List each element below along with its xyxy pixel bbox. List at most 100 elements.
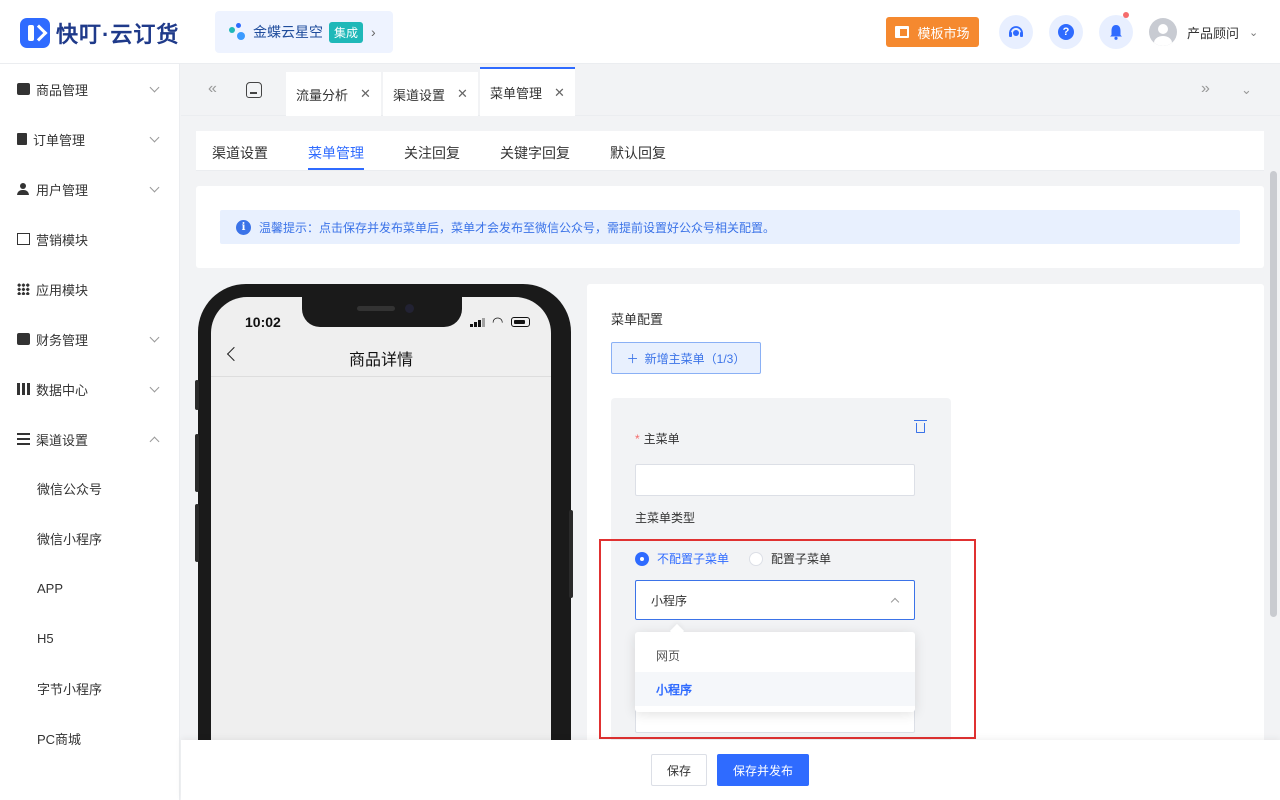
subtab-menu-management[interactable]: 菜单管理 (308, 143, 364, 163)
save-and-publish-button[interactable]: 保存并发布 (717, 754, 809, 786)
divider (211, 376, 551, 377)
user-menu[interactable]: 产品顾问 ⌄ (1149, 18, 1258, 46)
submenu-radio-group: 不配置子菜单 配置子菜单 (635, 550, 831, 567)
tip-banner: i 温馨提示：点击保存并发布菜单后，菜单才会发布至微信公众号，需提前设置好公众号… (220, 210, 1240, 244)
subtab-default-reply[interactable]: 默认回复 (610, 143, 666, 163)
info-icon: i (236, 219, 251, 235)
chevron-down-icon[interactable]: ⌄ (1241, 82, 1252, 98)
subtab-channel-settings[interactable]: 渠道设置 (212, 143, 268, 163)
sidebar-item-products[interactable]: 商品管理 (0, 64, 179, 114)
help-button[interactable]: ? (1049, 15, 1083, 49)
dropdown-option-miniprogram[interactable]: 小程序 (635, 672, 915, 706)
bag-icon (17, 83, 30, 95)
headset-icon (1009, 26, 1023, 37)
add-main-menu-button[interactable]: ＋ 新增主菜单（1/3） (611, 342, 761, 374)
main-menu-name-input[interactable] (635, 464, 915, 496)
product-dots-icon (229, 23, 247, 41)
select-dropdown: 网页 小程序 (635, 632, 915, 712)
phone-preview: 10:02 ◠ 商品详情 (195, 284, 573, 800)
sidebar-subitem[interactable]: PC商城 (0, 713, 179, 763)
tab-traffic-analysis[interactable]: 流量分析 ✕ (286, 72, 381, 116)
tab-menu-management[interactable]: 菜单管理 ✕ (480, 67, 575, 116)
app-logo[interactable]: 快叮·云订货 (20, 17, 179, 49)
sidebar-subitem[interactable]: 字节小程序 (0, 663, 179, 713)
menu-type-select[interactable]: 小程序 (635, 580, 915, 620)
radio-unchecked-icon (749, 551, 764, 566)
sidebar-item-apps[interactable]: 应用模块 (0, 264, 179, 314)
trash-icon[interactable] (914, 420, 927, 433)
template-icon (895, 26, 910, 38)
customer-service-button[interactable] (999, 15, 1033, 49)
sidebar-item-channel-settings[interactable]: 渠道设置 (0, 414, 179, 464)
close-icon[interactable]: ✕ (457, 86, 468, 102)
double-chevron-right-icon[interactable]: » (1201, 80, 1210, 98)
phone-screen: 10:02 ◠ 商品详情 (211, 297, 551, 800)
sidebar-subitem[interactable]: H5 (0, 613, 179, 663)
chevron-down-icon (149, 82, 160, 93)
sidebar-item-label: 渠道设置 (36, 432, 89, 448)
radio-checked-icon (635, 551, 649, 566)
battery-icon (511, 317, 530, 327)
chevron-down-icon (149, 132, 160, 143)
template-market-button[interactable]: 模板市场 (886, 17, 979, 47)
radio-with-submenu[interactable]: 配置子菜单 (749, 550, 831, 567)
sidebar-subitem[interactable]: 微信小程序 (0, 513, 179, 563)
unread-dot (1123, 12, 1129, 18)
page-tab-strip: « 流量分析 ✕ 渠道设置 ✕ 菜单管理 ✕ » ⌄ (181, 65, 1280, 116)
wallet-icon (17, 333, 30, 345)
user-icon (17, 183, 30, 195)
main-menu-label: * 主菜单 (635, 432, 680, 446)
template-market-label: 模板市场 (917, 25, 970, 41)
trend-icon (17, 233, 30, 245)
vertical-scrollbar[interactable] (1270, 171, 1277, 617)
notifications-button[interactable] (1099, 12, 1133, 49)
list-icon (17, 433, 30, 445)
subtab-follow-reply[interactable]: 关注回复 (404, 143, 460, 163)
radio-no-submenu[interactable]: 不配置子菜单 (635, 550, 729, 567)
double-chevron-left-icon[interactable]: « (208, 80, 217, 98)
phone-button (195, 434, 199, 492)
action-footer: 保存 保存并发布 (181, 740, 1280, 800)
home-icon[interactable] (246, 82, 262, 98)
avatar (1149, 18, 1177, 46)
phone-button (195, 380, 199, 410)
sidebar-item-orders[interactable]: 订单管理 (0, 114, 179, 164)
sidebar-item-label: 财务管理 (36, 332, 89, 348)
chevron-right-icon: › (371, 24, 376, 40)
sidebar-item-data-center[interactable]: 数据中心 (0, 364, 179, 414)
sidebar-item-label: 数据中心 (36, 382, 89, 398)
tip-text: 温馨提示：点击保存并发布菜单后，菜单才会发布至微信公众号，需提前设置好公众号相关… (259, 220, 776, 235)
save-button[interactable]: 保存 (651, 754, 707, 786)
chevron-down-icon (149, 332, 160, 343)
bar-chart-icon (17, 383, 30, 395)
sidebar-item-label: 订单管理 (33, 132, 86, 148)
product-switcher[interactable]: 金蝶云星空 集成 › (215, 11, 393, 53)
phone-button (569, 510, 573, 598)
chevron-up-icon (890, 597, 900, 607)
chevron-down-icon (149, 382, 160, 393)
sidebar-subitem[interactable]: APP (0, 563, 179, 613)
tab-channel-settings[interactable]: 渠道设置 ✕ (383, 72, 478, 116)
bell-icon (1110, 25, 1122, 40)
sidebar-item-finance[interactable]: 财务管理 (0, 314, 179, 364)
sidebar-item-marketing[interactable]: 营销模块 (0, 214, 179, 264)
sidebar-item-users[interactable]: 用户管理 (0, 164, 179, 214)
close-icon[interactable]: ✕ (554, 85, 565, 101)
close-icon[interactable]: ✕ (360, 86, 371, 102)
phone-button (195, 504, 199, 562)
logo-text: 快叮·云订货 (56, 22, 180, 47)
dropdown-option-webpage[interactable]: 网页 (635, 638, 915, 672)
signal-icon (470, 317, 486, 327)
menu-type-label: 主菜单类型 (635, 511, 696, 525)
sidebar-item-label: 用户管理 (36, 182, 89, 198)
grid-icon (17, 283, 30, 295)
phone-page-title: 商品详情 (348, 352, 413, 369)
section-title: 菜单配置 (611, 312, 664, 327)
logo-icon (20, 18, 50, 48)
help-icon: ? (1058, 24, 1074, 40)
plus-icon: ＋ (626, 351, 639, 366)
sidebar-item-label: 商品管理 (36, 82, 89, 98)
tab-label: 菜单管理 (490, 86, 543, 101)
sidebar-subitem[interactable]: 微信公众号 (0, 463, 179, 513)
subtab-keyword-reply[interactable]: 关键字回复 (500, 143, 570, 163)
